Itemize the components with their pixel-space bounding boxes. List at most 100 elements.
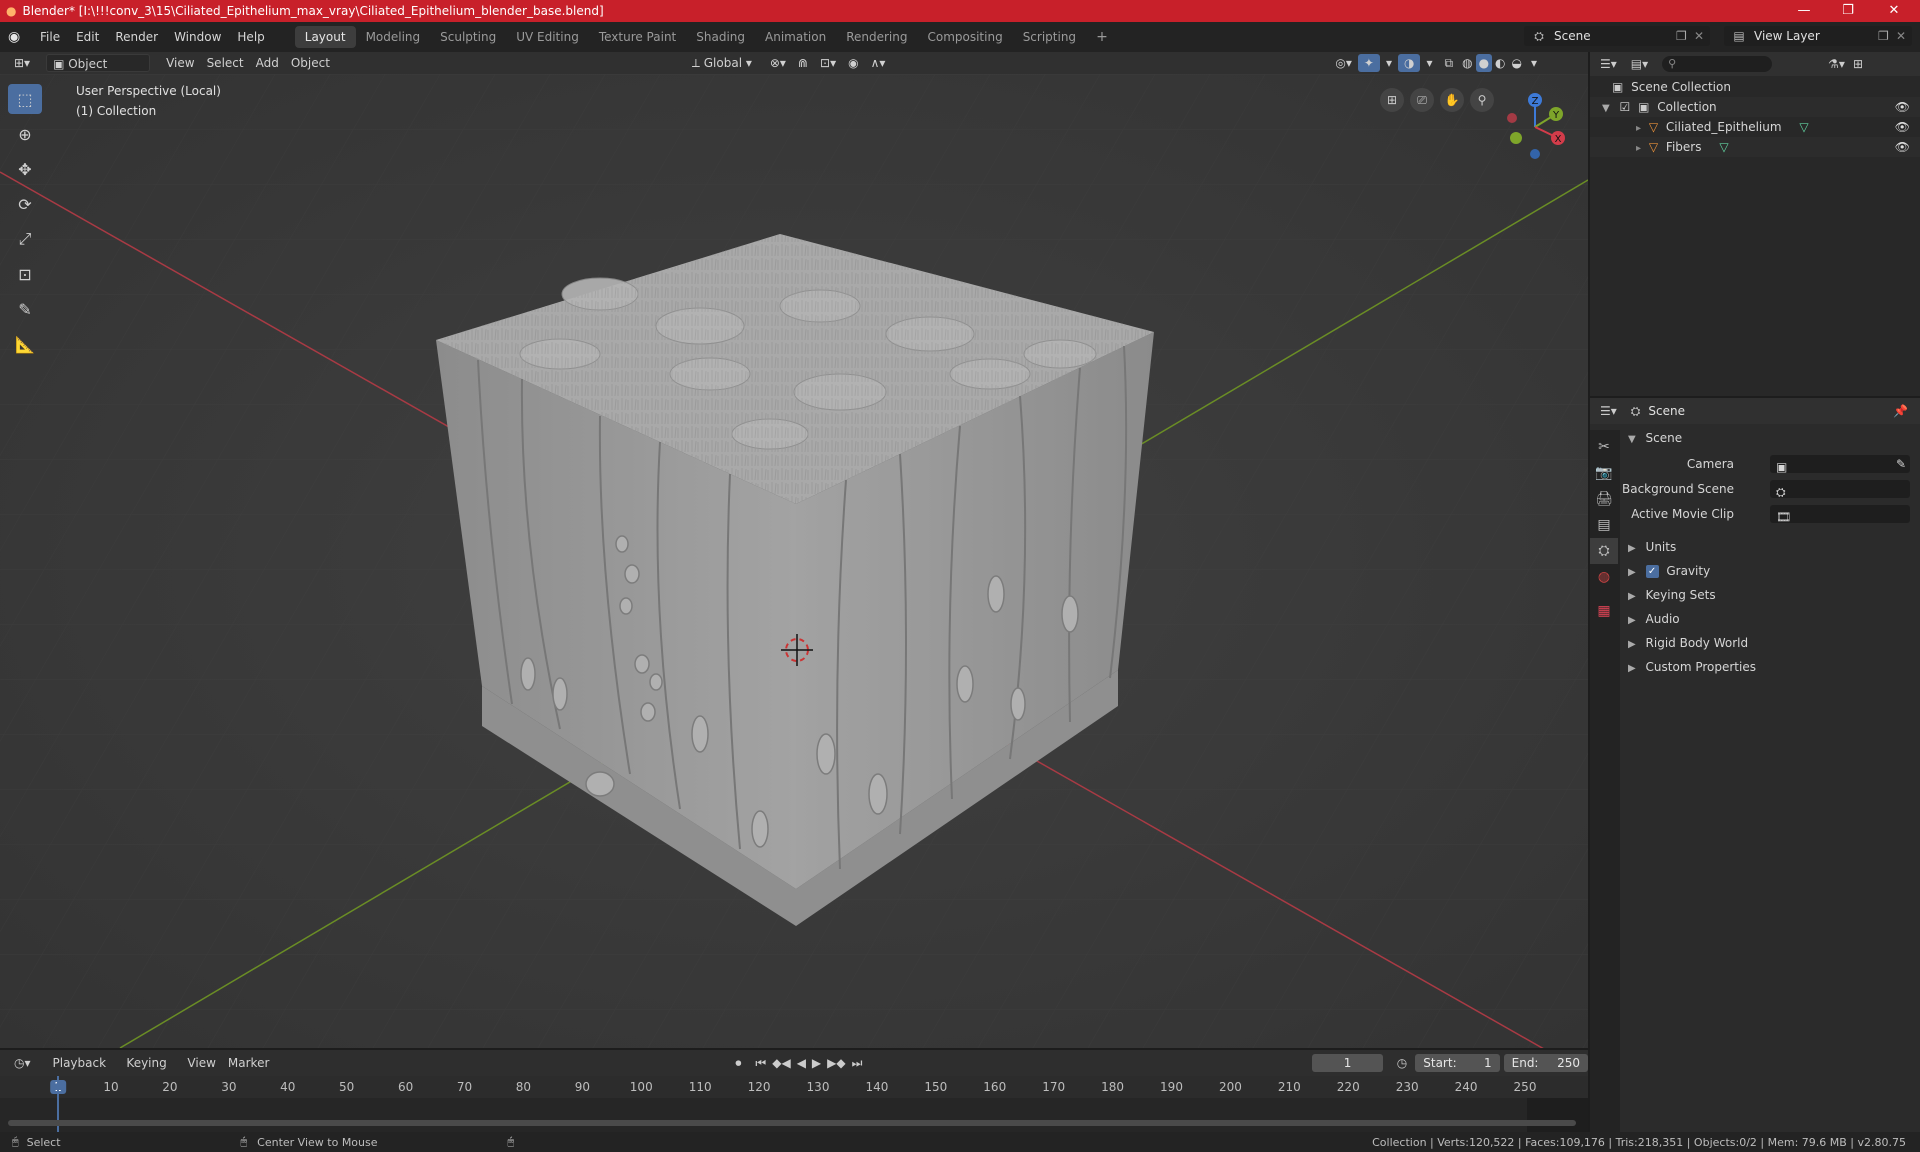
timeline-editor-type-icon[interactable]: ◷▾ — [8, 1054, 37, 1072]
properties-editor-type-icon[interactable]: ☰▾ — [1600, 404, 1617, 418]
camera-field[interactable]: ▣ ✎ — [1770, 455, 1910, 474]
timeline-area[interactable]: 1102030405060708090100110120130140150160… — [0, 1076, 1588, 1132]
audio-section[interactable]: ▶ Audio — [1590, 607, 1920, 631]
filter-icon[interactable]: ⚗▾ — [1828, 57, 1845, 71]
tab-shading[interactable]: Shading — [686, 26, 755, 48]
prev-keyframe-button[interactable]: ◆◀ — [772, 1056, 790, 1070]
menu-render[interactable]: Render — [107, 22, 166, 52]
menu-window[interactable]: Window — [166, 22, 229, 52]
falloff-icon[interactable]: ∧▾ — [865, 54, 892, 72]
background-scene-field[interactable]: ⛭ — [1770, 480, 1910, 499]
scene-selector[interactable]: ⛭ Scene ❐ ✕ — [1524, 26, 1710, 46]
view-layer-selector[interactable]: ▤ View Layer ❐ ✕ — [1724, 26, 1912, 46]
gizmo-dropdown-icon[interactable]: ▾ — [1380, 54, 1398, 72]
pan-hand-icon[interactable]: ✋ — [1440, 88, 1464, 112]
delete-view-layer-icon[interactable]: ✕ — [1896, 29, 1912, 43]
units-section[interactable]: ▶ Units — [1590, 535, 1920, 559]
menu-keying[interactable]: Keying ▾ — [120, 1054, 181, 1088]
tab-uv-editing[interactable]: UV Editing — [506, 26, 589, 48]
gravity-section[interactable]: ▶ ✓ Gravity — [1590, 559, 1920, 583]
shading-material-icon[interactable]: ◐ — [1492, 54, 1508, 72]
transform-tool-icon[interactable]: ⊡ — [8, 259, 42, 289]
rotate-tool-icon[interactable]: ⟳ — [8, 189, 42, 219]
outliner-search-input[interactable]: ⚲ — [1662, 56, 1773, 72]
annotate-tool-icon[interactable]: ✎ — [8, 294, 42, 324]
menu-help[interactable]: Help — [229, 22, 272, 52]
maximize-button[interactable]: ❐ — [1826, 0, 1870, 22]
delete-scene-icon[interactable]: ✕ — [1694, 29, 1710, 43]
jump-start-button[interactable]: ⏮ — [755, 1056, 766, 1071]
keying-sets-section[interactable]: ▶ Keying Sets — [1590, 583, 1920, 607]
fibers-visibility-icon[interactable]: 👁 — [1895, 137, 1910, 157]
gizmo-toggle-icon[interactable]: ✦ — [1357, 54, 1380, 72]
move-tool-icon[interactable]: ✥ — [8, 154, 42, 184]
tab-sculpting[interactable]: Sculpting — [430, 26, 506, 48]
tab-texture-paint[interactable]: Texture Paint — [589, 26, 686, 48]
blender-menu-icon[interactable]: ◉ — [8, 29, 32, 45]
next-keyframe-button[interactable]: ▶◆ — [827, 1056, 845, 1070]
outliner-row-collection[interactable]: ▼ ☑ ▣ Collection 👁 — [1590, 97, 1920, 117]
ciliated-visibility-icon[interactable]: 👁 — [1895, 117, 1910, 137]
timeline-scrollbar[interactable] — [8, 1120, 1576, 1126]
outliner-row-fibers[interactable]: ▸ ▽ Fibers ▽ 👁 — [1590, 137, 1920, 157]
menu-marker[interactable]: Marker — [222, 1054, 275, 1072]
overlay-toggle-icon[interactable]: ◑ — [1397, 54, 1421, 72]
active-movie-clip-field[interactable]: 🎞 — [1770, 505, 1910, 524]
navigation-gizmo[interactable]: Z Y X — [1492, 86, 1572, 166]
shading-dropdown-icon[interactable]: ▾ — [1525, 54, 1543, 72]
play-reverse-button[interactable]: ◀ — [797, 1056, 806, 1070]
pin-icon[interactable]: 📌 — [1893, 404, 1908, 418]
tab-modeling[interactable]: Modeling — [356, 26, 431, 48]
collection-visibility-icon[interactable]: 👁 — [1895, 97, 1910, 117]
gravity-checkbox[interactable]: ✓ — [1645, 565, 1659, 578]
scene-panel-header[interactable]: ▼ Scene — [1590, 426, 1920, 450]
menu-file[interactable]: File — [32, 22, 68, 52]
tab-layout[interactable]: Layout — [294, 26, 356, 48]
overlay-dropdown-icon[interactable]: ▾ — [1420, 54, 1438, 72]
tab-compositing[interactable]: Compositing — [917, 26, 1012, 48]
pivot-icon[interactable]: ⊗▾ — [764, 54, 792, 72]
new-view-layer-icon[interactable]: ❐ — [1878, 29, 1896, 43]
minimize-button[interactable]: — — [1782, 0, 1826, 22]
start-frame-field[interactable]: Start: 1 — [1415, 1054, 1500, 1072]
visibility-icon[interactable]: ◎▾ — [1329, 54, 1358, 72]
menu-timeline-view[interactable]: View — [181, 1054, 221, 1072]
toggle-perspective-icon[interactable]: ⊞ — [1380, 88, 1404, 112]
display-mode-icon[interactable]: ▤▾ — [1631, 57, 1648, 71]
frame-ruler[interactable]: 1102030405060708090100110120130140150160… — [0, 1076, 1588, 1098]
cursor-tool-icon[interactable]: ⊕ — [8, 119, 42, 149]
record-button[interactable]: ⏺ — [735, 1056, 741, 1071]
end-frame-field[interactable]: End: 250 — [1503, 1054, 1588, 1072]
exclude-checkbox[interactable]: ☑ — [1620, 100, 1631, 114]
shading-rendered-icon[interactable]: ◒ — [1509, 54, 1525, 72]
tab-rendering[interactable]: Rendering — [836, 26, 917, 48]
expand-arrow-icon[interactable]: ▸ — [1636, 123, 1641, 134]
expand-arrow-icon[interactable]: ▼ — [1602, 103, 1610, 114]
add-workspace-icon[interactable]: + — [1086, 26, 1118, 48]
camera-view-icon[interactable]: ⎚ — [1410, 88, 1434, 112]
snap-target-icon[interactable]: ⊡▾ — [814, 54, 842, 72]
zoom-icon[interactable]: ⚲ — [1470, 88, 1494, 112]
expand-arrow-icon[interactable]: ▸ — [1636, 143, 1641, 154]
proportional-edit-icon[interactable]: ◉ — [842, 54, 864, 72]
close-button[interactable]: ✕ — [1872, 0, 1916, 22]
jump-end-button[interactable]: ⏭ — [852, 1056, 863, 1071]
menu-view[interactable]: View — [160, 54, 200, 72]
shading-wireframe-icon[interactable]: ◍ — [1459, 54, 1475, 72]
select-box-tool-icon[interactable]: ⬚ — [8, 84, 42, 114]
outliner-row-ciliated-epithelium[interactable]: ▸ ▽ Ciliated_Epithelium ▽ 👁 — [1590, 117, 1920, 137]
current-frame-field[interactable]: 1 — [1312, 1054, 1383, 1072]
orientation-dropdown[interactable]: ⟂ Global ▾ — [686, 54, 758, 72]
mesh-data-icon[interactable]: ▽ — [1799, 120, 1808, 134]
measure-tool-icon[interactable]: 📐 — [8, 329, 42, 359]
new-scene-icon[interactable]: ❐ — [1676, 29, 1694, 43]
snap-icon[interactable]: ⋒ — [792, 54, 814, 72]
new-collection-icon[interactable]: ⊞ — [1853, 57, 1863, 71]
mode-dropdown[interactable]: ▣ Object Mode ▾ — [46, 54, 151, 89]
menu-edit[interactable]: Edit — [68, 22, 107, 52]
scale-tool-icon[interactable]: ⤢ — [8, 224, 42, 254]
tab-scripting[interactable]: Scripting — [1013, 26, 1086, 48]
custom-properties-section[interactable]: ▶ Custom Properties — [1590, 655, 1920, 679]
shading-solid-icon[interactable]: ● — [1475, 54, 1493, 72]
tab-animation[interactable]: Animation — [755, 26, 836, 48]
